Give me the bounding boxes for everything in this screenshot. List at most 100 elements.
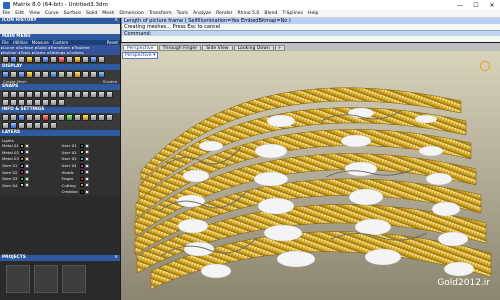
tool-icon[interactable] <box>66 56 73 63</box>
layer-color-swatch[interactable] <box>20 156 24 161</box>
menu-surface[interactable]: Surface <box>61 11 84 16</box>
layer-row[interactable]: Gem 04 <box>2 183 59 189</box>
layer-visibility-checkbox[interactable] <box>84 176 89 181</box>
info-icon[interactable] <box>2 122 9 129</box>
display-icon[interactable] <box>82 71 89 78</box>
tool-icon[interactable] <box>74 56 81 63</box>
info-icon[interactable] <box>42 122 49 129</box>
snap-icon[interactable] <box>18 91 25 98</box>
display-icon[interactable] <box>66 71 73 78</box>
layer-visibility-checkbox[interactable] <box>84 143 89 148</box>
snap-icon[interactable] <box>106 91 113 98</box>
info-icon[interactable] <box>50 122 57 129</box>
shaded-label[interactable]: Shaded <box>103 79 117 84</box>
layer-visibility-checkbox[interactable] <box>25 143 29 148</box>
info-icon[interactable] <box>50 114 57 121</box>
layer-color-swatch[interactable] <box>79 183 84 188</box>
tool-icon[interactable] <box>58 56 65 63</box>
menu-blend[interactable]: Blend <box>262 11 280 16</box>
layer-row[interactable]: Creation <box>62 189 119 195</box>
layer-visibility-checkbox[interactable] <box>25 163 29 168</box>
snap-icon[interactable] <box>98 91 105 98</box>
display-icon[interactable] <box>10 71 17 78</box>
snap-icon[interactable] <box>10 91 17 98</box>
layer-row[interactable]: Gem 02 <box>2 169 59 175</box>
snap-icon[interactable] <box>58 99 65 106</box>
snap-icon[interactable] <box>26 99 33 106</box>
display-icon[interactable] <box>34 71 41 78</box>
layer-row[interactable]: Gem 01 <box>2 163 59 169</box>
layer-visibility-checkbox[interactable] <box>25 176 29 181</box>
info-icon[interactable] <box>58 114 65 121</box>
snap-icon[interactable] <box>10 99 17 106</box>
layer-row[interactable]: Cutting <box>62 183 119 189</box>
layer-color-swatch[interactable] <box>79 170 84 175</box>
layer-visibility-checkbox[interactable] <box>84 163 89 168</box>
snap-icon[interactable] <box>90 91 97 98</box>
menu-dimension[interactable]: Dimension <box>117 11 146 16</box>
project-slot[interactable] <box>62 265 86 293</box>
info-icon[interactable] <box>10 114 17 121</box>
project-slot[interactable] <box>34 265 58 293</box>
snap-icon[interactable] <box>2 99 9 106</box>
info-icon[interactable] <box>34 122 41 129</box>
layer-row[interactable]: Metal 03 <box>2 156 59 162</box>
menu-tools[interactable]: Tools <box>174 11 190 16</box>
menu-view[interactable]: View <box>27 11 43 16</box>
layer-row[interactable]: User 04 <box>62 163 119 169</box>
display-icon[interactable] <box>42 71 49 78</box>
tool-icon[interactable] <box>26 56 33 63</box>
layer-row[interactable]: Metal 02 <box>2 150 59 156</box>
menu-help[interactable]: Help <box>306 11 321 16</box>
tool-icon[interactable] <box>90 56 97 63</box>
menu-analyze[interactable]: Analyze <box>191 11 214 16</box>
close-button[interactable]: ✕ <box>484 2 500 9</box>
layer-color-swatch[interactable] <box>20 150 24 155</box>
layer-visibility-checkbox[interactable] <box>84 189 89 194</box>
menu-file[interactable]: File <box>0 11 13 16</box>
info-icon[interactable] <box>10 122 17 129</box>
snap-icon[interactable] <box>50 91 57 98</box>
info-icon[interactable] <box>98 114 105 121</box>
snap-icon[interactable] <box>42 99 49 106</box>
tool-icon[interactable] <box>34 56 41 63</box>
layer-row[interactable]: User 03 <box>62 156 119 162</box>
layer-color-swatch[interactable] <box>20 176 24 181</box>
layer-row[interactable]: Finger <box>62 176 119 182</box>
layer-color-swatch[interactable] <box>79 143 84 148</box>
layer-visibility-checkbox[interactable] <box>84 183 89 188</box>
menu-transform[interactable]: Transform <box>146 11 174 16</box>
layer-visibility-checkbox[interactable] <box>25 183 29 188</box>
tool-icon[interactable] <box>10 56 17 63</box>
info-icon[interactable] <box>34 114 41 121</box>
layer-visibility-checkbox[interactable] <box>84 156 89 161</box>
layer-visibility-checkbox[interactable] <box>25 156 29 161</box>
snap-icon[interactable] <box>34 99 41 106</box>
info-icon[interactable] <box>82 114 89 121</box>
display-icon[interactable] <box>90 71 97 78</box>
layer-visibility-checkbox[interactable] <box>25 170 29 175</box>
info-icon[interactable] <box>106 114 113 121</box>
info-icon[interactable] <box>26 114 33 121</box>
snap-icon[interactable] <box>66 91 73 98</box>
project-slot[interactable] <box>6 265 30 293</box>
tool-icon[interactable] <box>82 56 89 63</box>
layer-color-swatch[interactable] <box>20 170 24 175</box>
viewport-label[interactable]: Perspective ▾ <box>122 52 159 59</box>
menu-curve[interactable]: Curve <box>43 11 62 16</box>
info-icon[interactable] <box>66 114 73 121</box>
snap-icon[interactable] <box>26 91 33 98</box>
minimize-button[interactable]: — <box>452 2 468 9</box>
layer-visibility-checkbox[interactable] <box>25 150 29 155</box>
tool-icon[interactable] <box>18 56 25 63</box>
snap-icon[interactable] <box>34 91 41 98</box>
layer-row[interactable] <box>2 189 59 195</box>
info-icon[interactable] <box>90 114 97 121</box>
snap-icon[interactable] <box>42 91 49 98</box>
menu-item-cutters[interactable]: ▸Cutters <box>67 50 83 55</box>
layer-color-swatch[interactable] <box>79 176 84 181</box>
reset-button[interactable]: Reset <box>105 40 120 45</box>
display-icon[interactable] <box>18 71 25 78</box>
snap-icon[interactable] <box>74 91 81 98</box>
info-icon[interactable] <box>2 114 9 121</box>
